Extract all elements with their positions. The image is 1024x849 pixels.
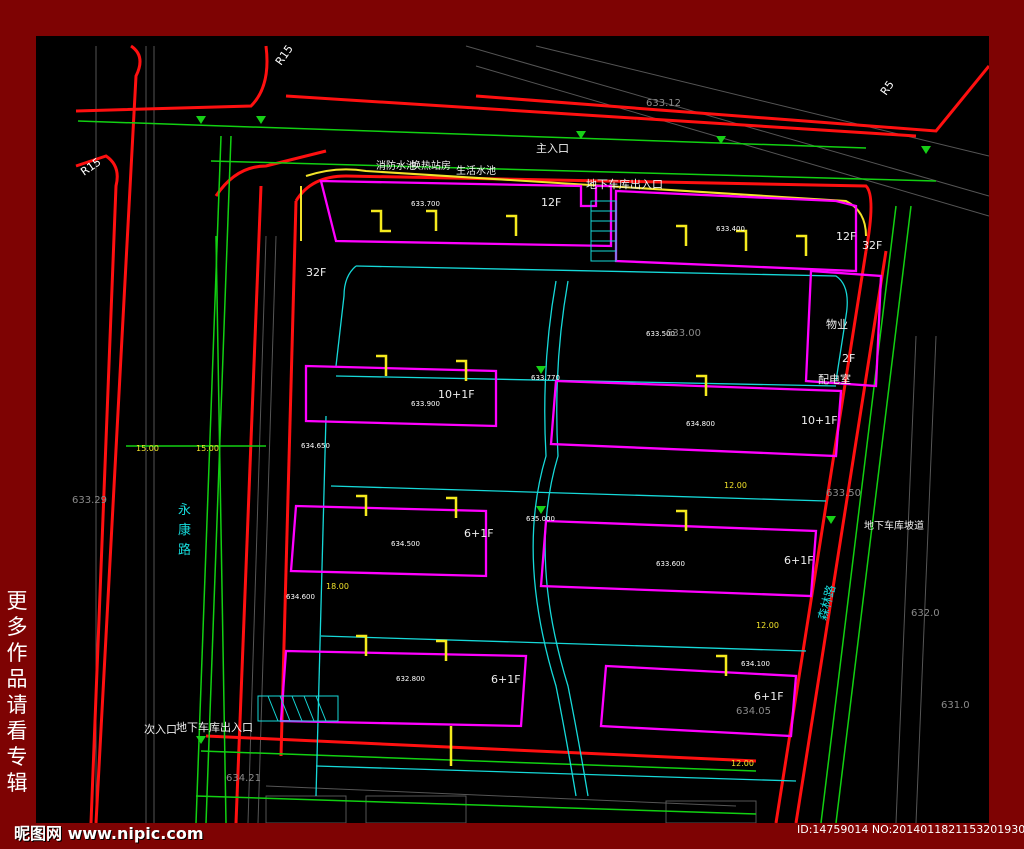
pump-room-label: 换热站房 (411, 159, 451, 172)
road-char-2: 康 (178, 522, 191, 538)
floors-b7: 6+1F (784, 554, 814, 567)
floors-b4: 10+1F (438, 388, 475, 401)
grid-4: 632.0 (911, 608, 940, 619)
white-labels: 主入口 地下车库出入口 地下车库出入口 次入口 消防水池 换热站房 生活水池 物… (144, 142, 924, 736)
secondary-entrance-label: 次入口 (144, 722, 177, 736)
floors-b9: 6+1F (754, 690, 784, 703)
radius-top: R15 (273, 43, 296, 68)
garage-entrance-top-label: 地下车库出入口 (586, 177, 663, 191)
dim-1: 15.00 (196, 444, 219, 453)
elev-4: 634.650 (301, 442, 330, 450)
building-5 (549, 379, 843, 458)
floors-b6: 6+1F (464, 527, 494, 540)
side-char: 辑 (6, 771, 28, 795)
garage-entrance-bottom-label: 地下车库出入口 (176, 720, 253, 734)
dim-5: 12.00 (756, 621, 779, 630)
side-char: 专 (6, 745, 28, 769)
elev-10: 634.500 (391, 540, 420, 548)
property-label: 物业 (826, 317, 848, 331)
elev-7: 633.900 (411, 400, 440, 408)
road-char-3: 路 (178, 542, 191, 558)
floors-b8: 6+1F (491, 673, 521, 686)
elev-2: 633.400 (716, 225, 745, 233)
elev-12: 632.800 (396, 675, 425, 683)
floors-b1: 12F (541, 196, 561, 209)
floors-prop: 2F (842, 352, 855, 365)
grid-8: 634.05 (736, 706, 771, 717)
garage-vent-label: 地下车库坡道 (864, 519, 924, 532)
radius-labels: R15 R15 R5 (78, 43, 897, 179)
dim-2: 12.00 (724, 481, 747, 490)
floors-b1b: 32F (862, 239, 882, 252)
power-room-label: 配电室 (818, 372, 851, 386)
side-caption: 更 多 作 品 请 看 专 辑 (4, 588, 30, 796)
site-plan-svg: 主入口 地下车库出入口 地下车库出入口 次入口 消防水池 换热站房 生活水池 物… (72, 43, 989, 823)
side-char: 作 (6, 641, 28, 665)
elev-5: 634.600 (286, 593, 315, 601)
side-char: 请 (6, 693, 28, 717)
road-char-1: 永 (178, 503, 191, 518)
side-char: 多 (6, 615, 28, 639)
side-char: 看 (6, 719, 28, 743)
main-entrance-label: 主入口 (536, 142, 569, 155)
fire-pool-label: 消防水池 (376, 159, 416, 172)
watermark: 昵图网 www.nipic.com (14, 824, 204, 843)
elev-6: 633.770 (531, 374, 560, 382)
building-7 (539, 519, 818, 598)
road-name-yongkang: 永 康 路 (178, 503, 191, 558)
elevation-markers (196, 116, 931, 744)
grid-6: 634.21 (226, 773, 261, 784)
cad-drawing: 主入口 地下车库出入口 地下车库出入口 次入口 消防水池 换热站房 生活水池 物… (36, 36, 989, 823)
elev-8: 634.800 (686, 420, 715, 428)
grid-1: 633.12 (646, 98, 681, 109)
elevation-texts: 633.700 633.400 633.500 634.650 634.600 … (286, 200, 770, 683)
domestic-water-label: 生活水池 (456, 164, 496, 177)
grid-2: 633.00 (666, 328, 701, 339)
red-boundary-lines (75, 44, 989, 823)
side-char: 品 (6, 667, 28, 691)
floors-b2: 12F (836, 230, 856, 243)
dim-4: 15.00 (136, 444, 159, 453)
elev-11: 633.600 (656, 560, 685, 568)
elev-13: 634.100 (741, 660, 770, 668)
elev-9: 635.000 (526, 515, 555, 523)
dim-6: 12.00 (731, 759, 754, 768)
image-id: ID:14759014 NO:20140118211532019303 (797, 823, 1024, 836)
floors-b5: 10+1F (801, 414, 838, 427)
side-char: 更 (6, 589, 28, 613)
radius-right: R5 (878, 78, 897, 97)
building-1 (319, 179, 613, 248)
buildings (279, 179, 883, 738)
ring-road-label: 森林路 (814, 583, 838, 622)
floors-b3: 32F (306, 266, 326, 279)
dimension-texts: 15.00 12.00 18.00 15.00 12.00 12.00 (136, 444, 779, 768)
grid-5: 631.0 (941, 700, 970, 711)
green-setback-lines (77, 120, 937, 823)
grid-3: 633.50 (826, 488, 861, 499)
elev-1: 633.700 (411, 200, 440, 208)
grid-7: 633.29 (72, 495, 107, 506)
dim-3: 18.00 (326, 582, 349, 591)
